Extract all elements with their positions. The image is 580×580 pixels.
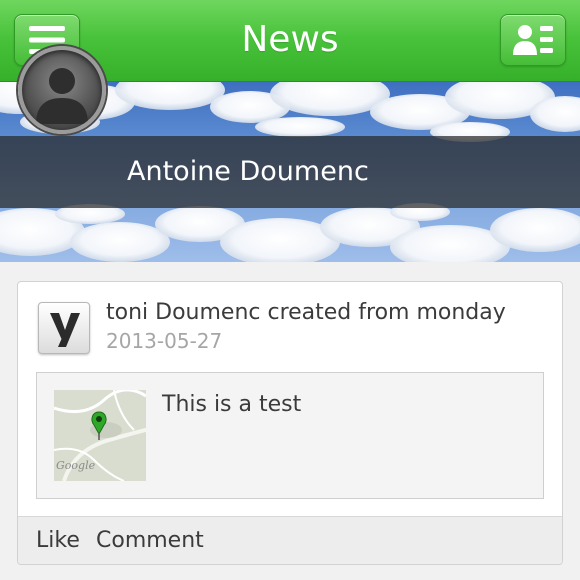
like-button[interactable]: Like (36, 525, 80, 557)
yammer-logo-icon (38, 302, 90, 354)
post-date: 2013-05-27 (106, 329, 223, 353)
attachment-text: This is a test (162, 392, 302, 417)
news-post-card: toni Doumenc created from monday 2013-05… (17, 281, 563, 565)
post-author-line: toni Doumenc created from monday (106, 300, 506, 325)
map-thumbnail[interactable]: Google (54, 390, 146, 481)
post-actions-bar: Like Comment (18, 516, 562, 564)
profile-name: Antoine Doumenc (127, 156, 369, 187)
map-watermark: Google (56, 459, 96, 472)
comment-button[interactable]: Comment (96, 525, 204, 557)
post-attachment[interactable]: Google This is a test (36, 372, 544, 499)
contacts-button[interactable] (500, 14, 566, 66)
contacts-icon (513, 25, 553, 55)
avatar-silhouette-icon (36, 68, 88, 124)
avatar[interactable] (18, 46, 106, 134)
